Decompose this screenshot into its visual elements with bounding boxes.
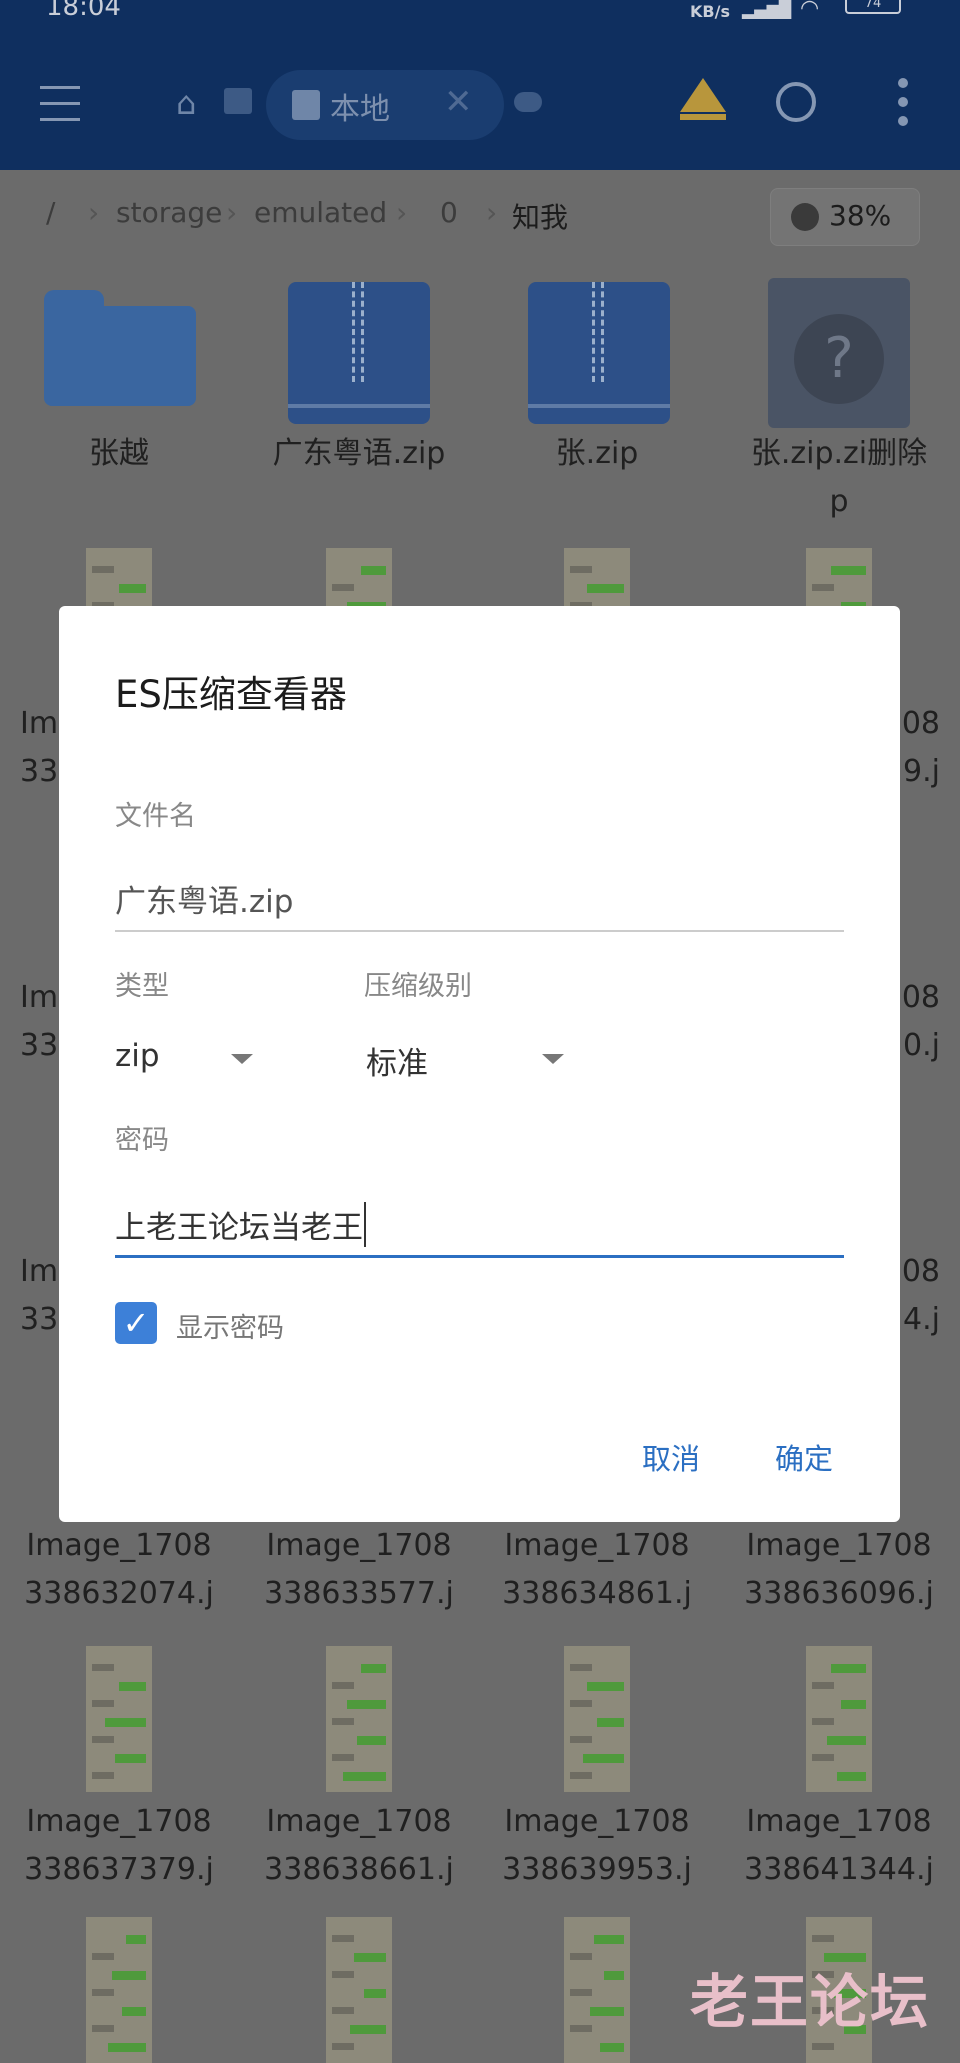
battery-icon: 74 bbox=[845, 0, 901, 14]
crumb-current[interactable]: 知我 bbox=[512, 196, 568, 236]
file-name[interactable]: Image_1708 bbox=[482, 1798, 712, 1846]
type-label: 类型 bbox=[115, 971, 169, 1002]
chevron-right-icon: › bbox=[88, 196, 100, 229]
crumb-storage[interactable]: storage bbox=[116, 196, 222, 229]
more-icon[interactable] bbox=[898, 78, 908, 126]
image-thumbnail[interactable] bbox=[326, 1646, 392, 1792]
file-name-line2: 338633577.j bbox=[264, 1576, 454, 1611]
file-name-line2: 338639953.j bbox=[502, 1852, 692, 1887]
image-thumbnail[interactable] bbox=[564, 1646, 630, 1792]
file-name[interactable]: Image_1708 bbox=[4, 1522, 234, 1570]
file-name[interactable]: Image_1708 bbox=[724, 1522, 954, 1570]
image-thumbnail[interactable] bbox=[564, 1917, 630, 2063]
filename-value: 广东粤语.zip bbox=[115, 884, 294, 920]
close-tab-icon[interactable]: ✕ bbox=[444, 82, 473, 122]
file-name[interactable]: Image_1708 bbox=[244, 1798, 474, 1846]
cloud-icon[interactable] bbox=[514, 92, 542, 112]
file-name[interactable]: 广东粤语.zip bbox=[244, 430, 474, 478]
file-name[interactable]: Image_1708 bbox=[4, 1798, 234, 1846]
dialog-title: ES压缩查看器 bbox=[115, 673, 347, 716]
level-label: 压缩级别 bbox=[364, 971, 472, 1002]
crumb-root[interactable]: / bbox=[46, 196, 55, 229]
chevron-right-icon: › bbox=[226, 196, 238, 229]
password-input[interactable]: 上老王论坛当老王 bbox=[115, 1192, 844, 1258]
storage-percent: 38% bbox=[829, 199, 892, 232]
ok-button[interactable]: 确定 bbox=[775, 1436, 833, 1478]
file-name-line2: 338637379.j bbox=[24, 1852, 214, 1887]
file-name-line2: 338636096.j bbox=[744, 1576, 934, 1611]
crown-icon[interactable] bbox=[680, 78, 726, 120]
image-thumbnail[interactable] bbox=[806, 1646, 872, 1792]
file-name[interactable]: 张.zip.zi删除 bbox=[724, 430, 954, 478]
image-thumbnail[interactable] bbox=[86, 1917, 152, 2063]
image-thumbnail[interactable] bbox=[86, 1646, 152, 1792]
storage-usage-button[interactable]: 38% bbox=[770, 188, 920, 246]
level-select[interactable]: 标准 bbox=[366, 1030, 586, 1086]
zip-icon[interactable] bbox=[528, 282, 670, 424]
file-name-line2: 338638661.j bbox=[264, 1852, 454, 1887]
signal-icon: ▂▄▆█ bbox=[742, 0, 792, 19]
folder-icon[interactable] bbox=[44, 290, 196, 410]
media-icon[interactable] bbox=[224, 88, 252, 114]
crumb-emulated[interactable]: emulated bbox=[254, 196, 387, 229]
image-thumbnail[interactable] bbox=[326, 1917, 392, 2063]
file-name-line2: p bbox=[829, 484, 849, 519]
file-name-line2: 338634861.j bbox=[502, 1576, 692, 1611]
file-name[interactable]: 张越 bbox=[4, 430, 234, 478]
show-password-checkbox[interactable]: ✓ bbox=[115, 1302, 157, 1344]
status-time: 18:04 bbox=[46, 0, 121, 22]
status-speed: KB/s bbox=[690, 2, 730, 21]
menu-icon[interactable] bbox=[40, 86, 80, 121]
cancel-button[interactable]: 取消 bbox=[642, 1436, 700, 1478]
dropdown-arrow-icon bbox=[231, 1054, 253, 1064]
sdcard-icon bbox=[292, 90, 320, 120]
file-name[interactable]: Image_1708 bbox=[244, 1522, 474, 1570]
pie-chart-icon bbox=[791, 203, 819, 231]
file-name[interactable]: 张.zip bbox=[482, 430, 712, 478]
tab-local[interactable]: 本地 ✕ bbox=[266, 70, 504, 140]
file-name-line2: 338641344.j bbox=[744, 1852, 934, 1887]
search-icon[interactable] bbox=[776, 82, 816, 122]
file-name[interactable]: Image_1708 bbox=[482, 1522, 712, 1570]
level-value: 标准 bbox=[366, 1046, 428, 1082]
unknown-file-icon[interactable]: ? bbox=[768, 278, 910, 428]
wifi-icon: ◠ bbox=[800, 0, 820, 21]
password-value: 上老王论坛当老王 bbox=[115, 1202, 366, 1247]
home-icon[interactable]: ⌂ bbox=[176, 84, 196, 122]
dropdown-arrow-icon bbox=[542, 1054, 564, 1064]
chevron-right-icon: › bbox=[486, 196, 498, 229]
chevron-right-icon: › bbox=[396, 196, 408, 229]
question-icon: ? bbox=[794, 314, 884, 404]
type-select[interactable]: zip bbox=[115, 1030, 275, 1086]
zip-icon[interactable] bbox=[288, 282, 430, 424]
watermark: 老王论坛 bbox=[690, 1968, 931, 2036]
file-name[interactable]: Image_1708 bbox=[724, 1798, 954, 1846]
file-name-line2: 338632074.j bbox=[24, 1576, 214, 1611]
crumb-0[interactable]: 0 bbox=[440, 196, 458, 229]
filename-label: 文件名 bbox=[115, 801, 196, 832]
show-password-label: 显示密码 bbox=[176, 1313, 284, 1344]
tab-label: 本地 bbox=[330, 92, 390, 127]
filename-input[interactable]: 广东粤语.zip bbox=[115, 868, 844, 932]
app-header: 18:04 KB/s ▂▄▆█ ◠ 74 ⌂ 本地 ✕ bbox=[0, 0, 960, 170]
password-label: 密码 bbox=[115, 1125, 169, 1156]
type-value: zip bbox=[115, 1038, 160, 1074]
compress-dialog: ES压缩查看器 文件名 广东粤语.zip 类型 压缩级别 zip 标准 密码 上… bbox=[59, 606, 900, 1522]
